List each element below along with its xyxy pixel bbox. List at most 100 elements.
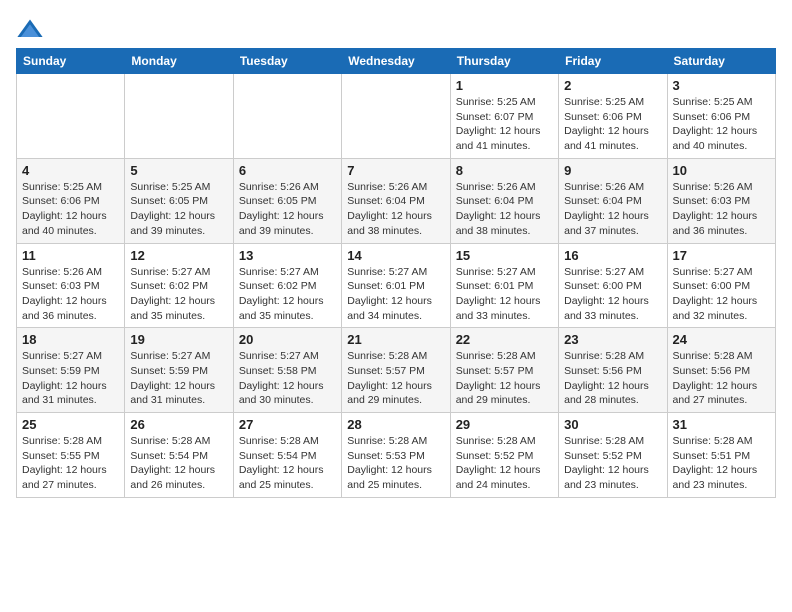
calendar-week-5: 25Sunrise: 5:28 AM Sunset: 5:55 PM Dayli… (17, 413, 776, 498)
day-info: Sunrise: 5:26 AM Sunset: 6:03 PM Dayligh… (22, 265, 119, 324)
calendar-cell: 31 Sunrise: 5:28 AM Sunset: 5:51 PM Dayli… (667, 413, 775, 498)
weekday-header-friday: Friday (559, 49, 667, 74)
weekday-header-thursday: Thursday (450, 49, 558, 74)
day-number: 29 (456, 417, 553, 432)
weekday-header-tuesday: Tuesday (233, 49, 341, 74)
day-info: Sunrise: 5:25 AM Sunset: 6:06 PM Dayligh… (673, 95, 770, 154)
day-info: Sunrise: 5:28 AM Sunset: 5:57 PM Dayligh… (347, 349, 444, 408)
day-number: 23 (564, 332, 661, 347)
day-info: Sunrise: 5:28 AM Sunset: 5:54 PM Dayligh… (130, 434, 227, 493)
calendar-week-1: 1 Sunrise: 5:25 AM Sunset: 6:07 PM Daylig… (17, 74, 776, 159)
day-number: 13 (239, 248, 336, 263)
day-info: Sunrise: 5:28 AM Sunset: 5:55 PM Dayligh… (22, 434, 119, 493)
day-number: 1 (456, 78, 553, 93)
day-number: 9 (564, 163, 661, 178)
day-info: Sunrise: 5:25 AM Sunset: 6:06 PM Dayligh… (564, 95, 661, 154)
day-number: 6 (239, 163, 336, 178)
day-info: Sunrise: 5:27 AM Sunset: 6:01 PM Dayligh… (456, 265, 553, 324)
day-info: Sunrise: 5:26 AM Sunset: 6:04 PM Dayligh… (347, 180, 444, 239)
calendar-cell: 29 Sunrise: 5:28 AM Sunset: 5:52 PM Dayli… (450, 413, 558, 498)
calendar-week-4: 18Sunrise: 5:27 AM Sunset: 5:59 PM Dayli… (17, 328, 776, 413)
day-info: Sunrise: 5:28 AM Sunset: 5:52 PM Dayligh… (456, 434, 553, 493)
day-info: Sunrise: 5:28 AM Sunset: 5:56 PM Dayligh… (564, 349, 661, 408)
calendar-cell: 12 Sunrise: 5:27 AM Sunset: 6:02 PM Dayli… (125, 243, 233, 328)
day-info: Sunrise: 5:28 AM Sunset: 5:57 PM Dayligh… (456, 349, 553, 408)
day-number: 8 (456, 163, 553, 178)
calendar-cell: 21 Sunrise: 5:28 AM Sunset: 5:57 PM Dayli… (342, 328, 450, 413)
day-number: 3 (673, 78, 770, 93)
day-number: 21 (347, 332, 444, 347)
calendar-cell (125, 74, 233, 159)
calendar-cell (342, 74, 450, 159)
day-info: Sunrise: 5:27 AM Sunset: 6:01 PM Dayligh… (347, 265, 444, 324)
day-info: Sunrise: 5:26 AM Sunset: 6:04 PM Dayligh… (456, 180, 553, 239)
calendar-week-3: 11 Sunrise: 5:26 AM Sunset: 6:03 PM Dayli… (17, 243, 776, 328)
calendar-cell: 6Sunrise: 5:26 AM Sunset: 6:05 PM Daylig… (233, 158, 341, 243)
calendar-cell: 1 Sunrise: 5:25 AM Sunset: 6:07 PM Daylig… (450, 74, 558, 159)
day-number: 27 (239, 417, 336, 432)
calendar-cell: 11 Sunrise: 5:26 AM Sunset: 6:03 PM Dayli… (17, 243, 125, 328)
calendar-cell (17, 74, 125, 159)
calendar-cell: 23 Sunrise: 5:28 AM Sunset: 5:56 PM Dayli… (559, 328, 667, 413)
weekday-header-sunday: Sunday (17, 49, 125, 74)
calendar-cell: 16 Sunrise: 5:27 AM Sunset: 6:00 PM Dayli… (559, 243, 667, 328)
day-number: 19 (130, 332, 227, 347)
calendar-cell: 15 Sunrise: 5:27 AM Sunset: 6:01 PM Dayli… (450, 243, 558, 328)
weekday-header-saturday: Saturday (667, 49, 775, 74)
day-info: Sunrise: 5:25 AM Sunset: 6:06 PM Dayligh… (22, 180, 119, 239)
day-number: 5 (130, 163, 227, 178)
calendar-week-2: 4Sunrise: 5:25 AM Sunset: 6:06 PM Daylig… (17, 158, 776, 243)
calendar-cell: 30Sunrise: 5:28 AM Sunset: 5:52 PM Dayli… (559, 413, 667, 498)
day-info: Sunrise: 5:27 AM Sunset: 6:02 PM Dayligh… (130, 265, 227, 324)
calendar-cell: 7 Sunrise: 5:26 AM Sunset: 6:04 PM Daylig… (342, 158, 450, 243)
day-info: Sunrise: 5:25 AM Sunset: 6:07 PM Dayligh… (456, 95, 553, 154)
calendar-cell: 24Sunrise: 5:28 AM Sunset: 5:56 PM Dayli… (667, 328, 775, 413)
day-info: Sunrise: 5:27 AM Sunset: 6:00 PM Dayligh… (673, 265, 770, 324)
day-number: 10 (673, 163, 770, 178)
weekday-header-monday: Monday (125, 49, 233, 74)
calendar-cell: 4Sunrise: 5:25 AM Sunset: 6:06 PM Daylig… (17, 158, 125, 243)
day-number: 15 (456, 248, 553, 263)
day-number: 16 (564, 248, 661, 263)
day-info: Sunrise: 5:28 AM Sunset: 5:52 PM Dayligh… (564, 434, 661, 493)
calendar-cell: 14 Sunrise: 5:27 AM Sunset: 6:01 PM Dayli… (342, 243, 450, 328)
logo (16, 16, 48, 44)
day-number: 26 (130, 417, 227, 432)
day-info: Sunrise: 5:28 AM Sunset: 5:53 PM Dayligh… (347, 434, 444, 493)
calendar-cell: 22 Sunrise: 5:28 AM Sunset: 5:57 PM Dayli… (450, 328, 558, 413)
day-info: Sunrise: 5:27 AM Sunset: 5:58 PM Dayligh… (239, 349, 336, 408)
calendar-cell: 10 Sunrise: 5:26 AM Sunset: 6:03 PM Dayli… (667, 158, 775, 243)
day-info: Sunrise: 5:25 AM Sunset: 6:05 PM Dayligh… (130, 180, 227, 239)
day-number: 20 (239, 332, 336, 347)
day-info: Sunrise: 5:26 AM Sunset: 6:03 PM Dayligh… (673, 180, 770, 239)
calendar-cell (233, 74, 341, 159)
day-number: 7 (347, 163, 444, 178)
day-number: 14 (347, 248, 444, 263)
day-number: 28 (347, 417, 444, 432)
calendar-cell: 26 Sunrise: 5:28 AM Sunset: 5:54 PM Dayli… (125, 413, 233, 498)
day-info: Sunrise: 5:28 AM Sunset: 5:54 PM Dayligh… (239, 434, 336, 493)
calendar-cell: 13Sunrise: 5:27 AM Sunset: 6:02 PM Dayli… (233, 243, 341, 328)
page-header (16, 16, 776, 44)
calendar-cell: 19 Sunrise: 5:27 AM Sunset: 5:59 PM Dayli… (125, 328, 233, 413)
day-number: 22 (456, 332, 553, 347)
calendar-table: SundayMondayTuesdayWednesdayThursdayFrid… (16, 48, 776, 498)
day-number: 31 (673, 417, 770, 432)
day-info: Sunrise: 5:28 AM Sunset: 5:51 PM Dayligh… (673, 434, 770, 493)
calendar-cell: 18Sunrise: 5:27 AM Sunset: 5:59 PM Dayli… (17, 328, 125, 413)
calendar-cell: 3 Sunrise: 5:25 AM Sunset: 6:06 PM Daylig… (667, 74, 775, 159)
day-info: Sunrise: 5:27 AM Sunset: 6:00 PM Dayligh… (564, 265, 661, 324)
day-info: Sunrise: 5:27 AM Sunset: 5:59 PM Dayligh… (130, 349, 227, 408)
day-number: 12 (130, 248, 227, 263)
calendar-cell: 2 Sunrise: 5:25 AM Sunset: 6:06 PM Daylig… (559, 74, 667, 159)
calendar-cell: 9Sunrise: 5:26 AM Sunset: 6:04 PM Daylig… (559, 158, 667, 243)
calendar-cell: 27 Sunrise: 5:28 AM Sunset: 5:54 PM Dayli… (233, 413, 341, 498)
day-number: 11 (22, 248, 119, 263)
weekday-header-row: SundayMondayTuesdayWednesdayThursdayFrid… (17, 49, 776, 74)
day-info: Sunrise: 5:27 AM Sunset: 5:59 PM Dayligh… (22, 349, 119, 408)
day-number: 2 (564, 78, 661, 93)
calendar-cell: 28 Sunrise: 5:28 AM Sunset: 5:53 PM Dayli… (342, 413, 450, 498)
day-number: 24 (673, 332, 770, 347)
calendar-cell: 8 Sunrise: 5:26 AM Sunset: 6:04 PM Daylig… (450, 158, 558, 243)
calendar-cell: 17Sunrise: 5:27 AM Sunset: 6:00 PM Dayli… (667, 243, 775, 328)
